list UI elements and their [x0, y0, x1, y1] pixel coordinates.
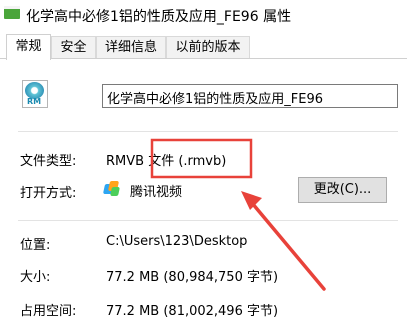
divider-middle: [18, 220, 398, 221]
tab-security[interactable]: 安全: [51, 36, 96, 58]
tab-strip: 常规 安全 详细信息 以前的版本: [0, 34, 407, 60]
rmvb-file-icon: RM: [22, 80, 52, 108]
location-label: 位置:: [20, 238, 51, 253]
file-name-value: 化学高中必修1铝的性质及应用_FE96: [107, 92, 324, 107]
location-value: C:\Users\123\Desktop: [106, 234, 248, 249]
size-label: 大小:: [20, 270, 51, 285]
title-bar: 化学高中必修1铝的性质及应用_FE96 属性: [0, 0, 407, 31]
file-type-value: RMVB 文件 (.rmvb): [106, 154, 227, 169]
opens-with-label: 打开方式:: [20, 186, 77, 201]
baidu-watermark: Bai 经验 jingyan.baidu.com: [293, 283, 407, 317]
file-name-field[interactable]: 化学高中必修1铝的性质及应用_FE96: [102, 84, 398, 108]
disk-size-value: 77.2 MB (81,002,496 字节): [106, 304, 279, 319]
opens-with-app: 腾讯视频: [130, 185, 183, 200]
divider-top: [18, 131, 398, 132]
watermark-subtext: jingyan.baidu.com: [327, 305, 401, 314]
properties-window-icon: [4, 6, 20, 19]
tab-details[interactable]: 详细信息: [96, 36, 166, 58]
window-title: 化学高中必修1铝的性质及应用_FE96 属性: [26, 9, 292, 25]
file-icon-text: RM: [27, 97, 42, 106]
file-type-label: 文件类型:: [20, 154, 77, 169]
tab-previous-versions[interactable]: 以前的版本: [166, 36, 250, 58]
change-button[interactable]: 更改(C)...: [298, 177, 387, 203]
disk-size-label: 占用空间:: [20, 304, 77, 319]
tab-general[interactable]: 常规: [6, 34, 51, 60]
tencent-video-icon: [102, 181, 120, 197]
size-value: 77.2 MB (80,984,750 字节): [106, 270, 279, 285]
